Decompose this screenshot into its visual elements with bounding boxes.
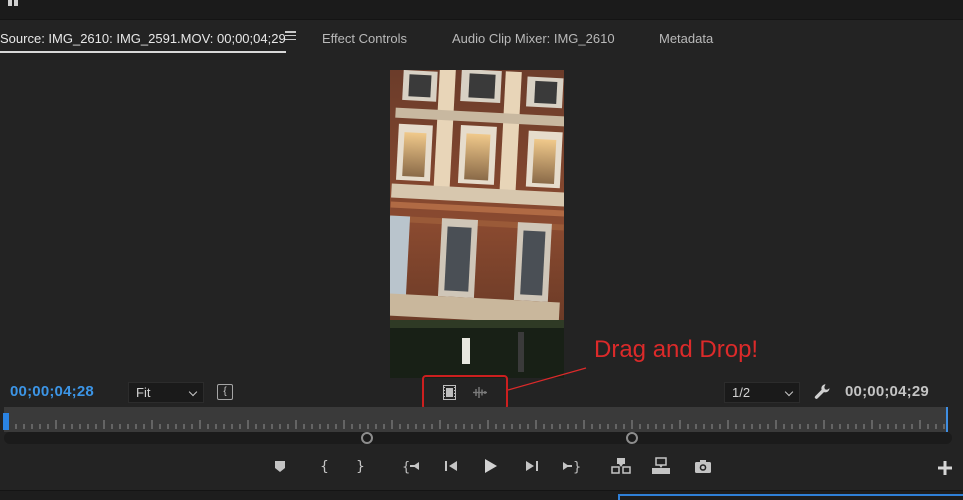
source-video-frame — [390, 70, 564, 378]
playback-resolution-select[interactable]: 1/2 — [724, 382, 800, 403]
mark-in-icon: { — [320, 459, 329, 475]
svg-text:{: { — [320, 459, 329, 475]
zoom-level-value: Fit — [136, 385, 151, 400]
playback-resolution-value: 1/2 — [732, 385, 751, 400]
mark-in-button[interactable]: { — [313, 456, 333, 476]
playhead-timecode[interactable]: 00;00;04;28 — [10, 383, 94, 400]
go-to-in-button[interactable]: { — [401, 456, 421, 476]
marker-icon — [275, 461, 285, 472]
insert-button[interactable] — [611, 456, 631, 476]
svg-text:{: { — [402, 460, 410, 475]
playhead-marker[interactable] — [3, 413, 9, 430]
tab-metadata[interactable]: Metadata — [659, 20, 713, 58]
step-back-button[interactable] — [441, 456, 461, 476]
drag-and-drop-highlight — [422, 375, 508, 410]
mark-out-icon: } — [356, 459, 365, 475]
zoom-handle-right[interactable] — [626, 432, 638, 444]
wrench-icon[interactable] — [814, 383, 831, 400]
out-point-line — [946, 407, 948, 432]
play-icon — [485, 459, 497, 473]
focused-panel-border — [618, 494, 963, 500]
workspace-strip — [0, 0, 963, 20]
export-frame-button[interactable] — [693, 456, 713, 476]
step-forward-button[interactable] — [522, 456, 542, 476]
plus-icon — [938, 461, 952, 475]
chevron-down-icon — [188, 387, 198, 397]
zoom-scrollbar[interactable] — [4, 432, 952, 444]
overwrite-icon — [652, 457, 670, 474]
overwrite-button[interactable] — [651, 456, 671, 476]
panel-tab-bar: Source: IMG_2610: IMG_2591.MOV: 00;00;04… — [0, 20, 963, 58]
step-back-icon — [445, 461, 457, 471]
zoom-handle-left[interactable] — [361, 432, 373, 444]
button-editor-button[interactable] — [935, 458, 955, 478]
step-forward-icon — [526, 461, 538, 471]
svg-text:}: } — [573, 460, 581, 475]
time-ruler[interactable] — [4, 407, 948, 432]
drag-and-drop-annotation: Drag and Drop! — [594, 336, 759, 363]
go-to-in-icon: { — [402, 460, 419, 475]
go-to-out-button[interactable]: } — [561, 456, 581, 476]
chevron-down-icon — [784, 387, 794, 397]
svg-text:}: } — [356, 459, 365, 475]
panel-menu-icon[interactable] — [285, 31, 296, 41]
camera-icon — [695, 460, 711, 473]
bottom-panel-edge — [0, 490, 963, 500]
play-button[interactable] — [480, 456, 500, 476]
add-marker-button[interactable] — [270, 456, 290, 476]
settings-bracket-icon[interactable]: { — [217, 384, 233, 400]
go-to-out-icon: } — [563, 460, 581, 475]
tab-effect-controls[interactable]: Effect Controls — [322, 20, 407, 58]
film-icon[interactable] — [443, 385, 456, 400]
audio-waveform-icon[interactable] — [472, 386, 488, 399]
tab-audio-clip-mixer[interactable]: Audio Clip Mixer: IMG_2610 — [452, 20, 615, 58]
mark-out-button[interactable]: } — [349, 456, 369, 476]
duration-timecode: 00;00;04;29 — [845, 383, 929, 400]
tab-source[interactable]: Source: IMG_2610: IMG_2591.MOV: 00;00;04… — [0, 20, 286, 58]
insert-icon — [611, 458, 631, 474]
zoom-level-select[interactable]: Fit — [128, 382, 204, 403]
panel-grip-icon[interactable] — [8, 0, 18, 6]
